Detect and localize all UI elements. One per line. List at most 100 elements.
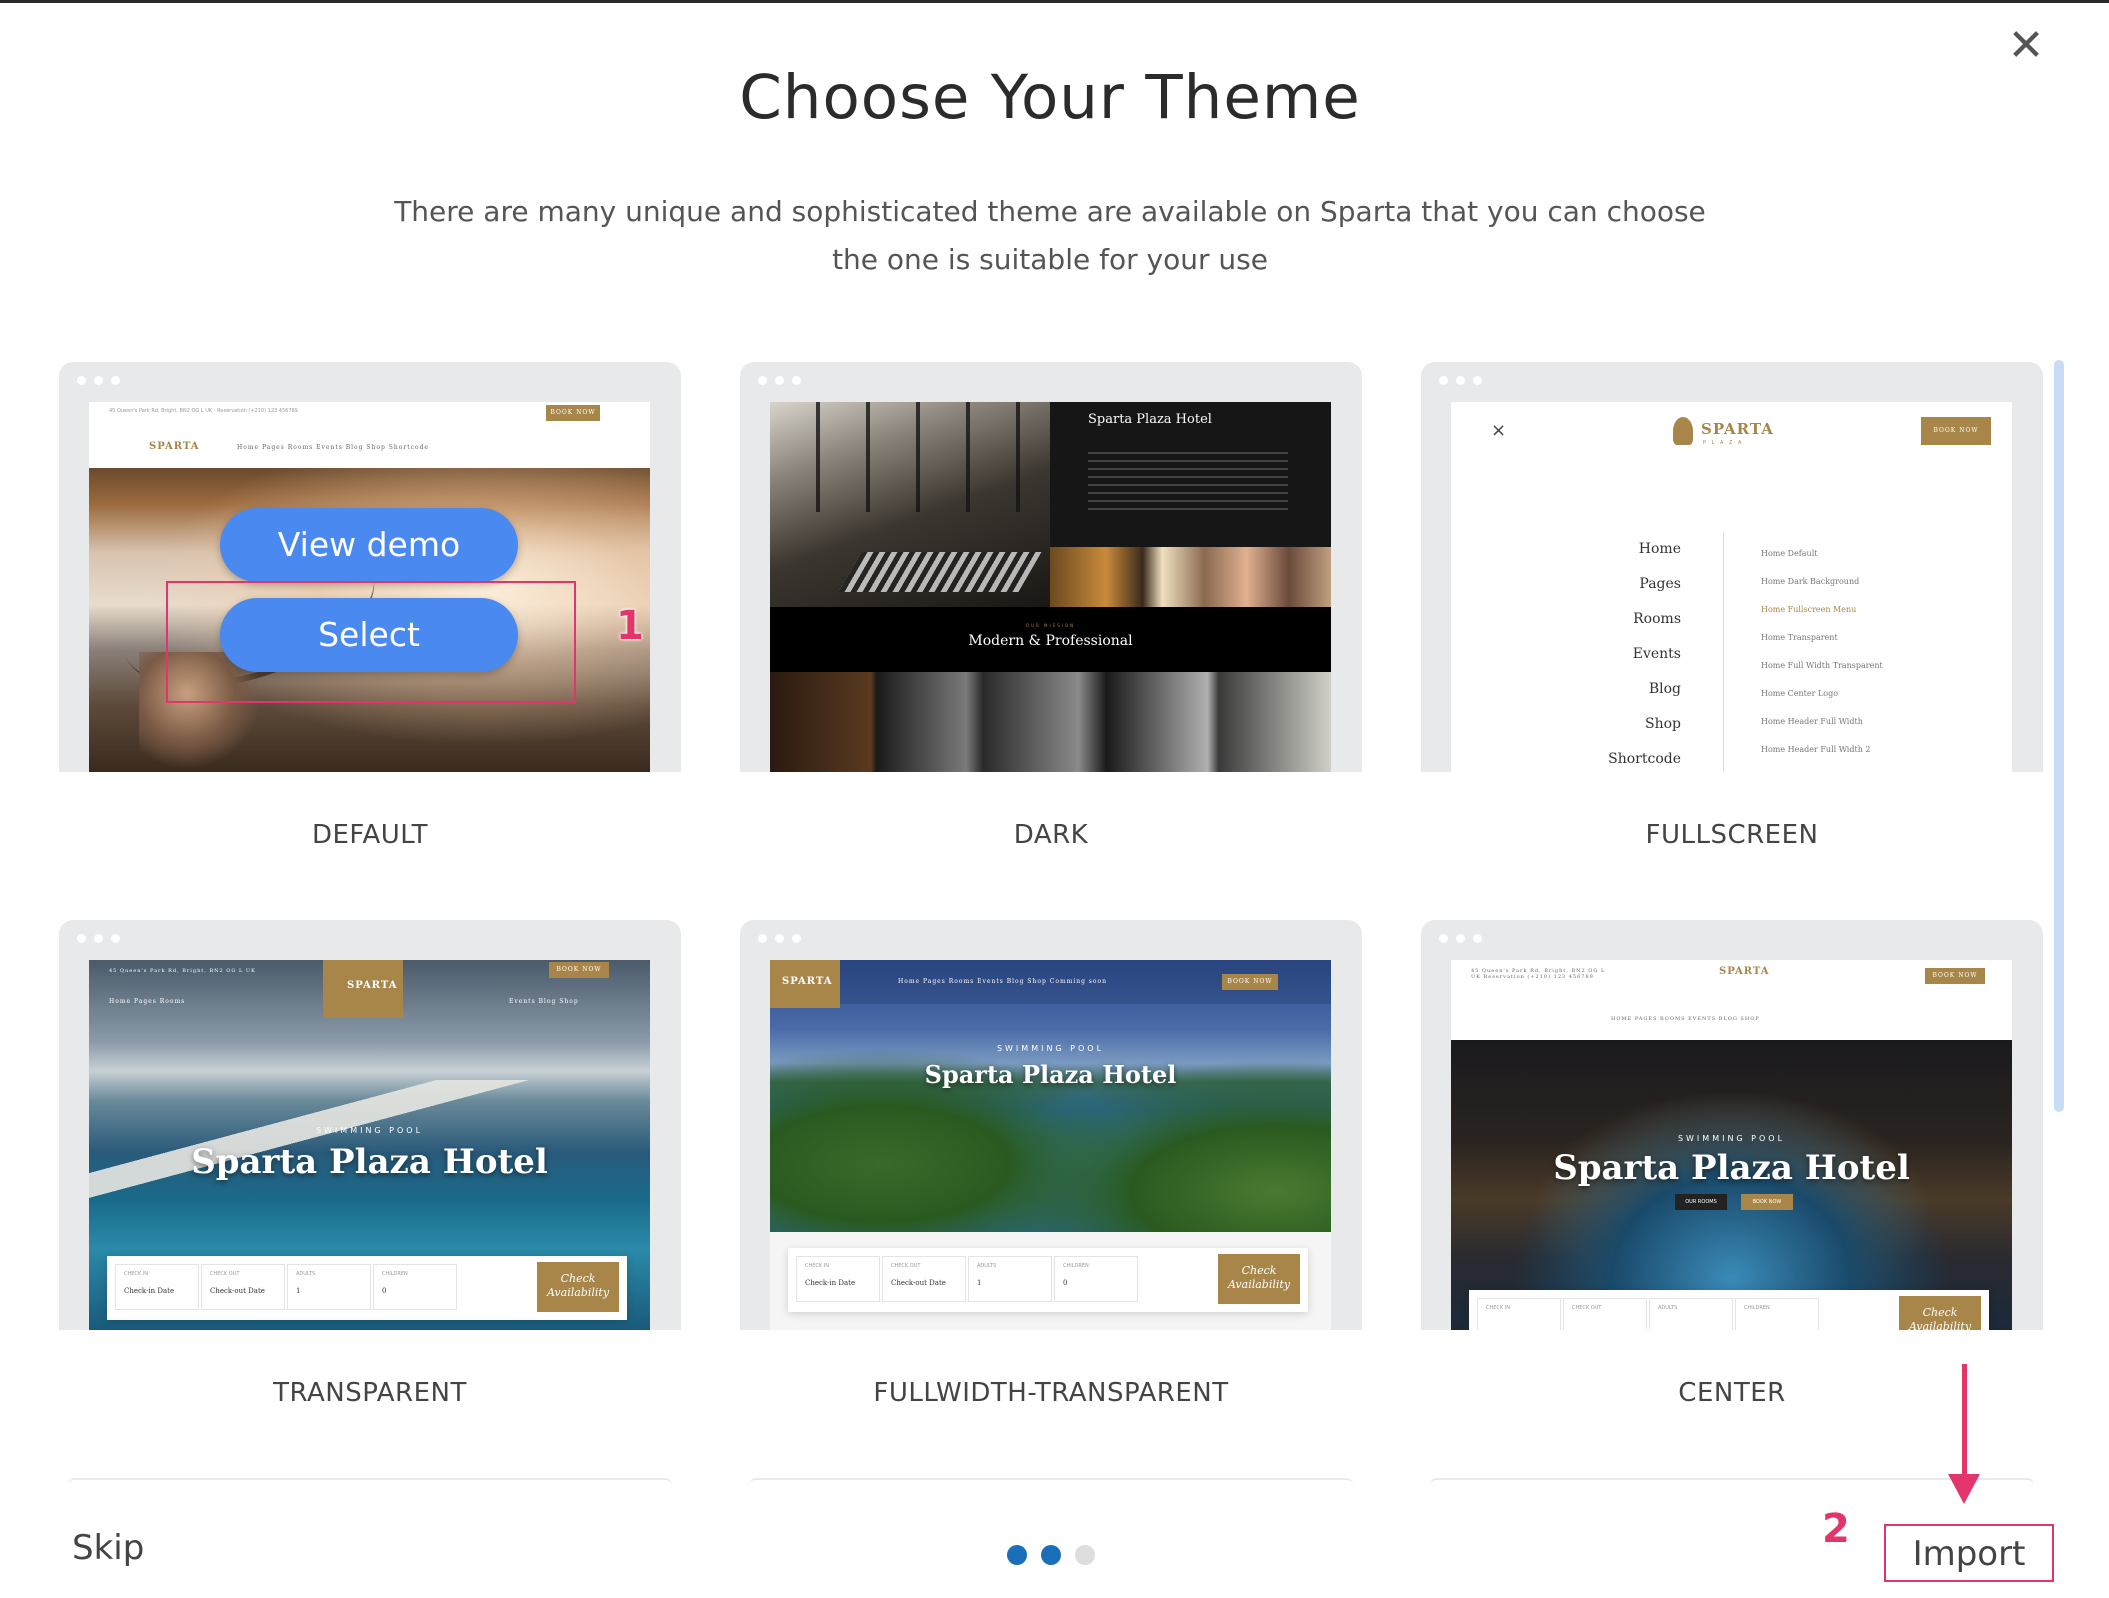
annotation-arrow — [1962, 1364, 1967, 1484]
theme-preview-frame: SPARTA Home Pages Rooms Events Blog Shop… — [740, 920, 1362, 1330]
preview-close-icon: × — [1491, 420, 1507, 441]
preview-book-button: BOOK NOW — [1921, 417, 1991, 445]
preview-menu-divider — [1723, 532, 1724, 772]
preview-photo-strip — [1050, 547, 1331, 607]
preview-submenu-item: Home Default — [1761, 549, 1818, 558]
preview-bottom-photos — [770, 672, 1331, 772]
preview-menu-item: Pages — [1639, 576, 1681, 592]
theme-preview-frame: × SPARTA P L A Z A BOOK NOW Home Pages R… — [1421, 362, 2043, 772]
preview-booking-form: CHECK IN Check-in Date CHECK OUT Check-out… — [788, 1248, 1308, 1312]
skip-button[interactable]: Skip — [72, 1528, 144, 1568]
preview-logo: SPARTA — [782, 976, 833, 987]
preview-body-lines — [1088, 452, 1288, 512]
preview-nav-links: Home Pages Rooms Events Blog Shop Commin… — [898, 978, 1108, 985]
theme-preview-frame: 45 Queen's Park Rd, Bright, BN2 OG L UK … — [59, 920, 681, 1330]
dialog-title: Choose Your Theme — [739, 62, 1361, 133]
preview-submenu-item: Home Dark Background — [1761, 577, 1860, 586]
window-dots — [77, 934, 120, 946]
page-dot[interactable] — [1007, 1545, 1027, 1565]
preview-submenu-item: Home Transparent — [1761, 633, 1838, 642]
theme-label: DEFAULT — [311, 820, 429, 850]
theme-card-dark[interactable]: Sparta Plaza Hotel OUR MISSION Modern & … — [740, 362, 1362, 850]
preview-field: CHILDREN — [1735, 1298, 1819, 1330]
theme-screenshot: SPARTA Home Pages Rooms Events Blog Shop… — [770, 960, 1331, 1330]
annotation-arrow-head — [1948, 1474, 1980, 1504]
preview-submenu-item: Home Full Width Transparent — [1761, 661, 1883, 670]
preview-submenu-item: Home Center Logo — [1761, 689, 1839, 698]
window-dots — [77, 376, 120, 388]
preview-logo-sub: P L A Z A — [1703, 440, 1744, 446]
theme-card-fullscreen[interactable]: × SPARTA P L A Z A BOOK NOW Home Pages R… — [1421, 362, 2043, 850]
preview-nav: SPARTA Home Pages Rooms Events Blog Shop… — [89, 424, 650, 468]
window-dots — [1439, 376, 1482, 388]
annotation-step-2: 2 — [1822, 1506, 1850, 1552]
theme-screenshot: 45 Queen's Park Rd, Bright, BN2 OG L UK … — [1451, 960, 2012, 1330]
scrollbar-thumb[interactable] — [2054, 360, 2064, 1112]
preview-nav-links: Home Pages Rooms Events Blog Shop Shortc… — [237, 444, 429, 451]
preview-book-button: BOOK NOW — [1925, 968, 1985, 984]
theme-label: DARK — [1013, 820, 1089, 850]
preview-heading: Sparta Plaza Hotel — [1553, 1148, 1910, 1188]
theme-card-next-row — [1430, 1478, 2034, 1485]
preview-topbar-text: 45 Queen's Park Rd, Bright, BN2 OG L UK … — [109, 408, 298, 414]
preview-dark-band: OUR MISSION Modern & Professional — [770, 607, 1331, 672]
preview-submenu-item: Home Fullscreen Menu — [1761, 605, 1857, 614]
annotation-step-1: 1 — [616, 603, 644, 649]
preview-booking-form: CHECK IN Check-in Date CHECK OUT Check-out… — [107, 1256, 627, 1320]
preview-field: ADULTS — [1649, 1298, 1733, 1330]
window-dots — [758, 934, 801, 946]
preview-booking-form: CHECK IN CHECK OUT ADULTS CHILDREN Check… — [1469, 1290, 1989, 1330]
window-top-border — [0, 0, 2109, 3]
preview-logo: SPARTA — [1719, 966, 1770, 977]
pagination-dots — [1007, 1545, 1095, 1565]
preview-kicker: SWIMMING POOL — [1677, 1134, 1786, 1143]
preview-book-button: BOOK NOW — [546, 405, 600, 421]
preview-field: ADULTS 1 — [287, 1264, 371, 1310]
preview-heading: Sparta Plaza Hotel — [1088, 412, 1212, 427]
preview-check-button: Check Availability — [1899, 1296, 1981, 1330]
preview-field: CHECK OUT Check-out Date — [882, 1256, 966, 1302]
preview-menu: Home Pages Rooms Events Blog Shop Shortc… — [1561, 532, 1681, 772]
preview-menu-item: Shortcode — [1608, 751, 1681, 767]
preview-field: CHECK IN — [1477, 1298, 1561, 1330]
annotation-highlight-select — [166, 581, 576, 703]
preview-menu-item: Rooms — [1633, 611, 1681, 627]
theme-card-fullwidth-transparent[interactable]: SPARTA Home Pages Rooms Events Blog Shop… — [740, 920, 1362, 1408]
import-button[interactable]: Import — [1884, 1524, 2054, 1582]
subtitle-line-1: There are many unique and sophisticated … — [394, 195, 1706, 228]
preview-tagline: Modern & Professional — [968, 633, 1133, 649]
preview-rug — [838, 552, 1042, 592]
close-icon[interactable]: ✕ — [2006, 24, 2046, 68]
preview-menu-item: Blog — [1648, 681, 1681, 697]
preview-logo-block: SPARTA — [770, 960, 840, 1008]
preview-kicker: SWIMMING POOL — [996, 1044, 1105, 1053]
preview-menu-item: Events — [1632, 646, 1681, 662]
preview-field: CHILDREN 0 — [373, 1264, 457, 1310]
preview-field: CHECK IN Check-in Date — [796, 1256, 880, 1302]
preview-hero-btn-book: BOOK NOW — [1741, 1194, 1793, 1210]
theme-card-center[interactable]: 45 Queen's Park Rd, Bright, BN2 OG L UK … — [1421, 920, 2043, 1408]
preview-field: ADULTS 1 — [968, 1256, 1052, 1302]
subtitle-line-2: the one is suitable for your use — [832, 243, 1268, 276]
page-dot[interactable] — [1041, 1545, 1061, 1565]
view-demo-button[interactable]: View demo — [220, 508, 518, 582]
preview-heading: Sparta Plaza Hotel — [191, 1142, 548, 1182]
preview-logo: SPARTA — [1701, 420, 1774, 438]
preview-check-button: Check Availability — [537, 1262, 619, 1312]
preview-field: CHILDREN 0 — [1054, 1256, 1138, 1302]
preview-submenu-item: Home Header Full Width — [1761, 717, 1863, 726]
preview-logo: SPARTA — [347, 980, 398, 991]
preview-nav-right: Events Blog Shop — [509, 998, 579, 1005]
preview-topbar-text: 45 Queen's Park Rd, Bright, BN2 OG L UK … — [1471, 968, 1606, 980]
page-dot[interactable] — [1075, 1545, 1095, 1565]
preview-logo-block: SPARTA — [323, 960, 403, 1018]
theme-label: FULLWIDTH-TRANSPARENT — [873, 1378, 1229, 1408]
preview-book-button: BOOK NOW — [549, 962, 609, 978]
preview-check-button: Check Availability — [1218, 1254, 1300, 1304]
preview-hero-btn-rooms: OUR ROOMS — [1675, 1194, 1727, 1210]
preview-heading: Sparta Plaza Hotel — [924, 1060, 1177, 1089]
theme-card-next-row — [749, 1478, 1353, 1485]
theme-card-transparent[interactable]: 45 Queen's Park Rd, Bright, BN2 OG L UK … — [59, 920, 681, 1408]
preview-menu-item: Shop — [1645, 716, 1681, 732]
theme-card-next-row — [68, 1478, 672, 1485]
